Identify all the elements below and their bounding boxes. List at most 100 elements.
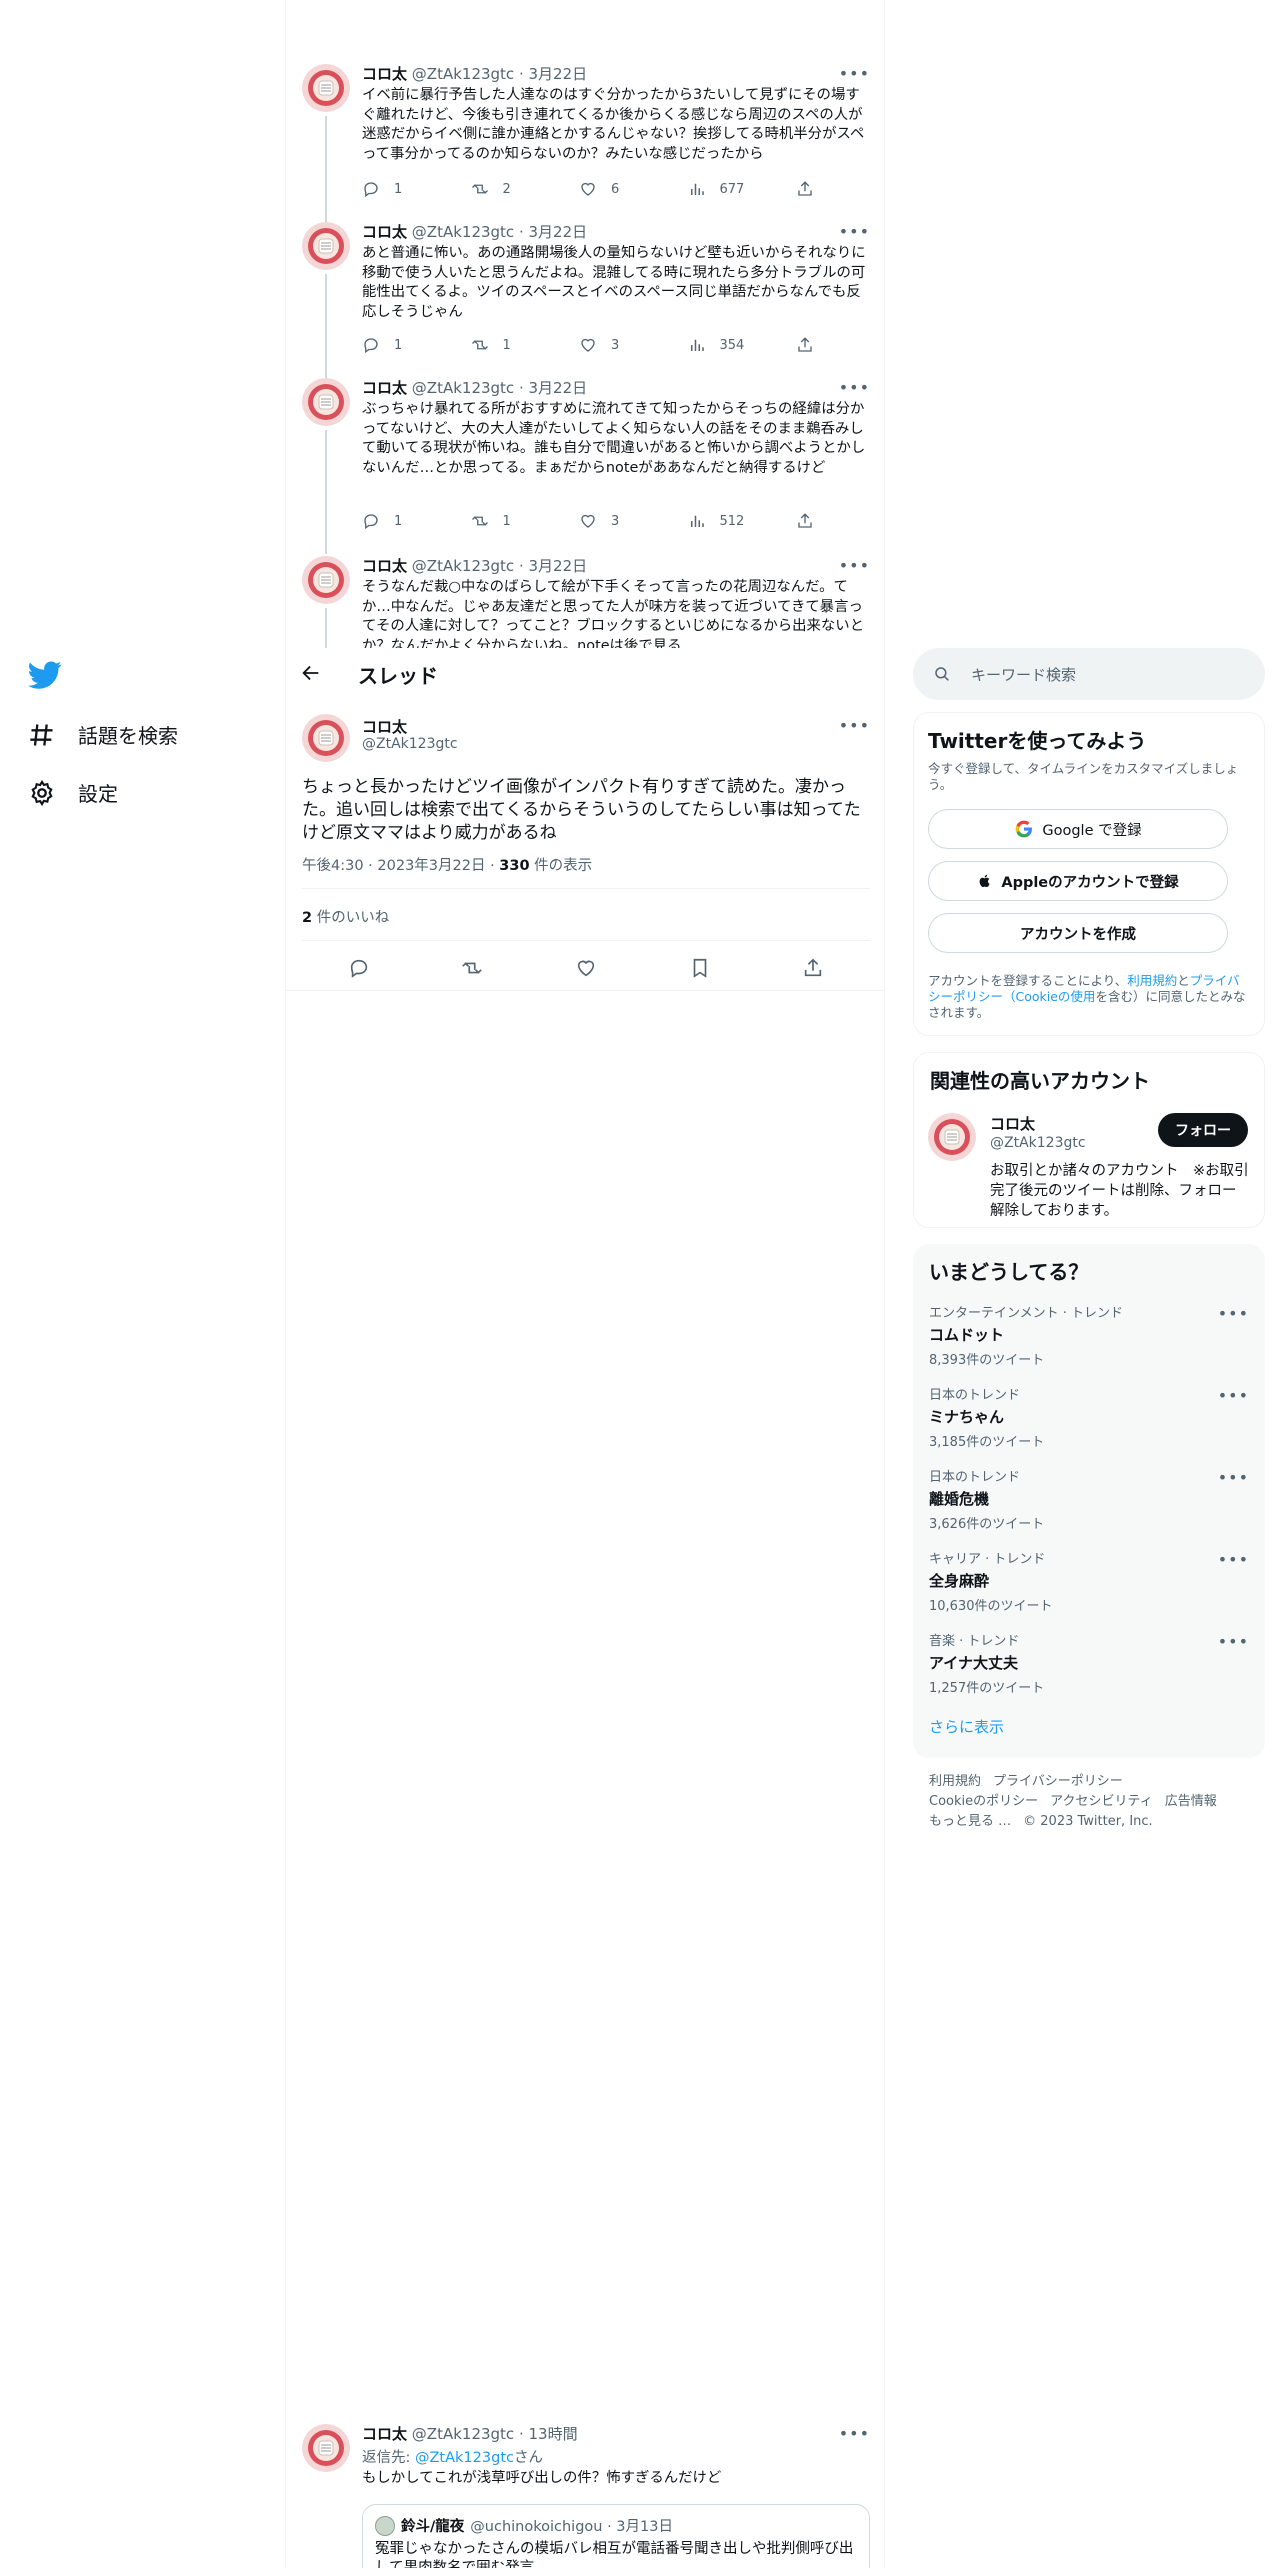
relevant-title: 関連性の高いアカウント	[930, 1069, 1150, 1093]
retweet-button[interactable]: 2	[471, 180, 551, 198]
terms-link[interactable]: 利用規約	[1127, 973, 1177, 988]
retweet-button[interactable]: 1	[471, 512, 551, 530]
avatar[interactable]	[302, 2424, 350, 2472]
thread-tweet[interactable]: コロ太 @ZtAk123gtc · 3月22日 ••• あと普通に怖い。あの通路…	[286, 222, 884, 378]
avatar[interactable]	[302, 714, 350, 762]
trend-item[interactable]: エンターテインメント · トレンド コムドット 8,393件のツイート •••	[929, 1302, 1249, 1384]
trend-item[interactable]: 日本のトレンド 離婚危機 3,626件のツイート •••	[929, 1466, 1249, 1548]
nav-settings[interactable]: 設定	[28, 778, 118, 807]
main-column: コロ太 @ZtAk123gtc · 3月22日 ••• イベ前に暴行予告した人達…	[285, 0, 885, 2568]
reply-tweet[interactable]: コロ太 @ZtAk123gtc · 13時間 ••• 返信先: @ZtAk123…	[286, 2424, 884, 2568]
views-count: 512	[719, 513, 745, 529]
share-button[interactable]	[796, 336, 816, 354]
more-icon[interactable]: •••	[839, 2424, 870, 2443]
author-meta: @ZtAk123gtc · 13時間	[411, 2425, 578, 2443]
apple-signup-button[interactable]: Appleのアカウントで登録	[928, 861, 1228, 901]
avatar[interactable]	[302, 64, 350, 112]
more-icon[interactable]: •••	[839, 378, 870, 397]
more-icon[interactable]: •••	[839, 64, 870, 83]
more-icon[interactable]: •••	[839, 222, 870, 241]
avatar[interactable]	[302, 556, 350, 604]
trend-item[interactable]: 日本のトレンド ミナちゃん 3,185件のツイート •••	[929, 1384, 1249, 1466]
retweet-icon[interactable]	[461, 957, 483, 979]
footer-more-link[interactable]: もっと見る …	[929, 1814, 1011, 1829]
views-count: 354	[719, 337, 745, 353]
trend-item[interactable]: キャリア · トレンド 全身麻酔 10,630件のツイート •••	[929, 1548, 1249, 1630]
author-name[interactable]: コロ太	[362, 2425, 407, 2443]
more-icon[interactable]: •••	[1218, 1550, 1249, 1569]
account-name[interactable]: コロ太	[990, 1113, 1035, 1134]
share-icon[interactable]	[802, 957, 824, 979]
heart-icon[interactable]	[575, 957, 597, 979]
retweet-count: 2	[502, 181, 511, 197]
show-more-link[interactable]: さらに表示	[929, 1716, 1004, 1737]
avatar[interactable]	[928, 1113, 976, 1161]
retweet-icon	[471, 516, 488, 526]
google-signup-button[interactable]: Google で登録	[928, 809, 1228, 849]
thread-line	[325, 116, 327, 224]
author-handle[interactable]: @ZtAk123gtc	[362, 736, 458, 752]
trend-count: 10,630件のツイート	[929, 1599, 1053, 1614]
avatar[interactable]	[302, 222, 350, 270]
like-button[interactable]: 3	[579, 336, 659, 354]
back-arrow-icon[interactable]	[300, 662, 322, 684]
author-name[interactable]: コロ太	[362, 716, 407, 737]
follow-button[interactable]: フォロー	[1158, 1113, 1248, 1147]
search-box[interactable]: キーワード検索	[913, 648, 1265, 700]
author-name[interactable]: コロ太	[362, 557, 407, 575]
footer-terms-link[interactable]: 利用規約	[929, 1774, 981, 1789]
trend-category: エンターテインメント · トレンド	[929, 1306, 1124, 1321]
reply-icon[interactable]	[348, 957, 370, 979]
more-icon[interactable]: •••	[1218, 1304, 1249, 1323]
reply-button[interactable]: 1	[362, 512, 442, 530]
analytics-icon	[690, 183, 704, 195]
footer-cookies-link[interactable]: Cookieのポリシー	[929, 1794, 1038, 1809]
views-button[interactable]: 354	[688, 336, 768, 354]
quoted-tweet[interactable]: 鈴斗/龍夜 @uchinokoichigou · 3月13日 冤罪じゃなかったさん…	[362, 2504, 870, 2568]
trend-item[interactable]: 音楽 · トレンド アイナ大丈夫 1,257件のツイート •••	[929, 1630, 1249, 1712]
share-button[interactable]	[796, 512, 816, 530]
create-account-button[interactable]: アカウントを作成	[928, 913, 1228, 953]
likes-summary[interactable]: 2 件のいいね	[302, 906, 389, 927]
like-count: 3	[611, 513, 620, 529]
avatar[interactable]	[302, 378, 350, 426]
thread-line	[325, 608, 327, 648]
like-button[interactable]: 6	[579, 180, 659, 198]
account-handle[interactable]: @ZtAk123gtc	[990, 1135, 1086, 1151]
like-button[interactable]: 3	[579, 512, 659, 530]
analytics-icon	[690, 515, 704, 527]
more-icon[interactable]: •••	[839, 716, 870, 735]
trend-name: ミナちゃん	[929, 1408, 1005, 1426]
trend-count: 1,257件のツイート	[929, 1681, 1045, 1696]
views-button[interactable]: 677	[688, 180, 768, 198]
author-name[interactable]: コロ太	[362, 65, 407, 83]
tweet-time[interactable]: 午後4:30 · 2023年3月22日 ·	[302, 858, 499, 874]
reply-to-handle[interactable]: @ZtAk123gtc	[415, 2450, 514, 2466]
bookmark-icon[interactable]	[689, 957, 711, 979]
views-label: 件の表示	[529, 858, 593, 874]
thread-tweet[interactable]: コロ太 @ZtAk123gtc · 3月22日 ••• そうなんだ裁○中なのばら…	[286, 556, 884, 648]
more-icon[interactable]: •••	[1218, 1386, 1249, 1405]
heart-icon	[581, 182, 595, 196]
search-input[interactable]: キーワード検索	[971, 664, 1076, 685]
views-button[interactable]: 512	[688, 512, 768, 530]
thread-tweet[interactable]: コロ太 @ZtAk123gtc · 3月22日 ••• イベ前に暴行予告した人達…	[286, 64, 884, 224]
twitter-logo-icon[interactable]	[28, 658, 62, 692]
share-button[interactable]	[796, 180, 816, 198]
reply-button[interactable]: 1	[362, 180, 442, 198]
more-icon[interactable]: •••	[839, 556, 870, 575]
trends-title: いまどうしてる？	[929, 1260, 1089, 1284]
footer-accessibility-link[interactable]: アクセシビリティ	[1050, 1794, 1153, 1809]
footer-privacy-link[interactable]: プライバシーポリシー	[993, 1774, 1123, 1789]
more-icon[interactable]: •••	[1218, 1468, 1249, 1487]
author-name[interactable]: コロ太	[362, 223, 407, 241]
retweet-button[interactable]: 1	[471, 336, 551, 354]
like-count: 3	[611, 337, 620, 353]
thread-tweet[interactable]: コロ太 @ZtAk123gtc · 3月22日 ••• ぶっちゃけ暴れてる所がお…	[286, 378, 884, 554]
reply-button[interactable]: 1	[362, 336, 442, 354]
more-icon[interactable]: •••	[1218, 1632, 1249, 1651]
trend-category: 音楽 · トレンド	[929, 1634, 1020, 1649]
author-name[interactable]: コロ太	[362, 379, 407, 397]
footer-ads-link[interactable]: 広告情報	[1165, 1794, 1217, 1809]
nav-explore[interactable]: 話題を検索	[28, 720, 178, 749]
